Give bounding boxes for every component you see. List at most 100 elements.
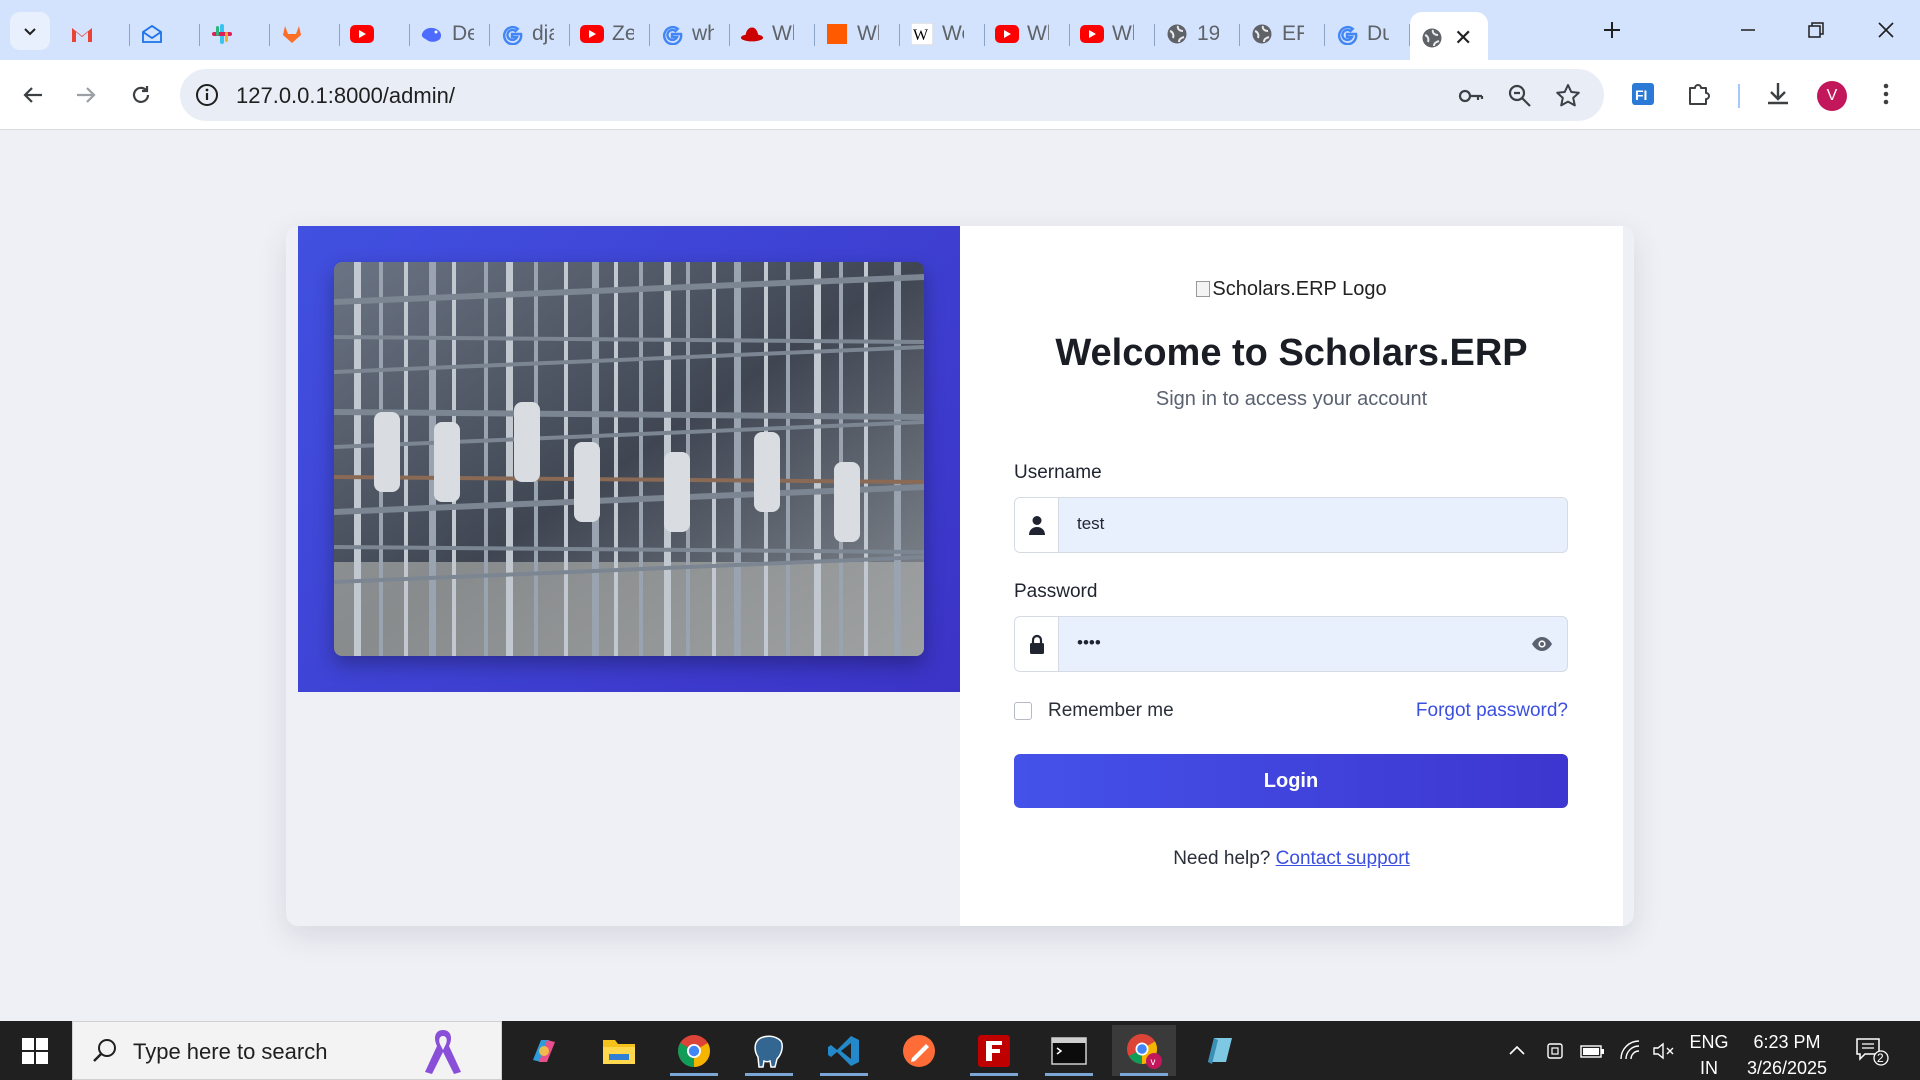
remember-checkbox[interactable]	[1014, 702, 1032, 720]
browser-tab[interactable]: Du	[1325, 12, 1410, 56]
address-bar[interactable]: 127.0.0.1:8000/admin/	[180, 69, 1604, 121]
taskbar-copilot[interactable]	[512, 1025, 576, 1076]
rebar-vertical	[786, 262, 790, 656]
start-button[interactable]	[0, 1021, 70, 1080]
volume-muted-icon[interactable]	[1652, 1021, 1676, 1080]
language-indicator[interactable]: ENG IN	[1686, 1029, 1732, 1080]
menu-kebab-icon[interactable]	[1866, 74, 1906, 114]
browser-tab[interactable]	[60, 12, 130, 56]
rebar-vertical	[354, 262, 361, 656]
browser-tab[interactable]: ER	[1240, 12, 1325, 56]
browser-tab[interactable]	[200, 12, 270, 56]
page-title: Welcome to Scholars.ERP	[1055, 332, 1528, 374]
remember-label[interactable]: Remember me	[1048, 700, 1174, 722]
forward-button[interactable]	[65, 74, 107, 116]
globe-icon	[1250, 22, 1274, 46]
site-info-icon[interactable]	[194, 82, 220, 108]
restore-button[interactable]	[1792, 10, 1840, 50]
contact-support-link[interactable]: Contact support	[1276, 848, 1410, 869]
tray-overflow-icon[interactable]	[1506, 1021, 1528, 1080]
search-placeholder[interactable]: Type here to search	[133, 1039, 327, 1065]
hero-panel	[298, 226, 960, 692]
windows-taskbar: Type here to search v ENG IN 6:23 PM 3/2…	[0, 1021, 1920, 1080]
username-field[interactable]: test	[1014, 497, 1568, 553]
browser-tab[interactable]: W We	[900, 12, 985, 56]
chrome-icon	[678, 1034, 710, 1067]
new-tab-button[interactable]	[1596, 14, 1628, 46]
browser-tab[interactable]	[340, 12, 410, 56]
meet-now-icon[interactable]	[1545, 1021, 1567, 1080]
youtube-icon	[350, 22, 374, 46]
taskbar-terminal[interactable]	[1037, 1025, 1101, 1076]
zoom-icon[interactable]	[1505, 81, 1535, 111]
browser-tab[interactable]: De	[410, 12, 490, 56]
wifi-icon[interactable]	[1618, 1021, 1642, 1080]
extension-fi-icon[interactable]: FI	[1623, 74, 1663, 114]
taskbar-search[interactable]: Type here to search	[72, 1021, 502, 1080]
page-content: Scholars.ERP Logo Welcome to Scholars.ER…	[0, 131, 1920, 1021]
logo-image: Scholars.ERP Logo	[960, 278, 1623, 301]
forgot-password-link[interactable]: Forgot password?	[1416, 700, 1568, 722]
clock-date: 3/26/2025	[1746, 1058, 1828, 1078]
browser-tab[interactable]	[270, 12, 340, 56]
profile-avatar[interactable]: V	[1817, 81, 1847, 111]
minimize-button[interactable]	[1724, 10, 1772, 50]
browser-tab[interactable]: Wl	[730, 12, 815, 56]
login-button[interactable]: Login	[1014, 754, 1568, 808]
help-text: Need help?	[1173, 848, 1271, 869]
password-field[interactable]: ••••	[1014, 616, 1568, 672]
mail-icon	[140, 22, 164, 46]
restore-icon	[1808, 22, 1824, 38]
active-browser-tab[interactable]: ✕	[1410, 12, 1488, 64]
password-value[interactable]: ••••	[1077, 633, 1101, 653]
browser-tab[interactable]	[130, 12, 200, 56]
search-icon	[93, 1039, 116, 1062]
remember-me: Remember me	[1014, 700, 1174, 722]
browser-tab[interactable]: 19	[1155, 12, 1240, 56]
taskbar-pgadmin[interactable]	[737, 1025, 801, 1076]
browser-tab[interactable]: wh	[650, 12, 730, 56]
browser-tab[interactable]: Wl	[1070, 12, 1155, 56]
battery-icon[interactable]	[1580, 1021, 1606, 1080]
browser-tab[interactable]: Wl	[985, 12, 1070, 56]
taskbar-app-notebook[interactable]	[1187, 1025, 1251, 1076]
spacer-block	[434, 422, 460, 502]
postman-icon	[903, 1034, 935, 1067]
elephant-icon	[754, 1035, 783, 1068]
username-value[interactable]: test	[1077, 514, 1104, 534]
taskbar-file-explorer[interactable]	[587, 1025, 651, 1076]
tab-search-button[interactable]	[10, 12, 50, 50]
taskbar-postman[interactable]	[887, 1025, 951, 1076]
url-text[interactable]: 127.0.0.1:8000/admin/	[236, 83, 455, 109]
gitlab-icon	[280, 22, 304, 46]
reload-button[interactable]	[120, 74, 162, 116]
browser-tab[interactable]: dja	[490, 12, 570, 56]
rebar-vertical	[894, 262, 901, 656]
clock[interactable]: 6:23 PM 3/26/2025	[1732, 1029, 1842, 1080]
downloads-icon[interactable]	[1758, 74, 1798, 114]
close-window-button[interactable]	[1862, 10, 1910, 50]
taskbar-filezilla[interactable]	[962, 1025, 1026, 1076]
taskbar-chrome[interactable]	[662, 1025, 726, 1076]
rebar-vertical	[484, 262, 488, 656]
password-key-icon[interactable]	[1456, 81, 1486, 111]
eye-icon[interactable]	[1529, 631, 1555, 657]
taskbar-chrome-profile[interactable]: v	[1112, 1025, 1176, 1076]
language-code: ENG	[1689, 1032, 1729, 1052]
ribbon-icon	[425, 1030, 461, 1074]
help-line: Need help? Contact support	[960, 848, 1623, 870]
tab-title: Wl	[772, 22, 794, 45]
browser-tab[interactable]: Wl	[815, 12, 900, 56]
extensions-puzzle-icon[interactable]	[1679, 74, 1719, 114]
tab-close-icon[interactable]: ✕	[1454, 25, 1472, 51]
clock-time: 6:23 PM	[1753, 1032, 1821, 1052]
google-icon	[500, 22, 524, 46]
browser-tab[interactable]: Ze	[570, 12, 650, 56]
arrow-left-icon	[23, 87, 42, 103]
rebar-vertical	[614, 262, 618, 656]
bookmark-star-icon[interactable]	[1553, 81, 1583, 111]
notification-center-button[interactable]: 2	[1855, 1021, 1889, 1080]
back-button[interactable]	[12, 74, 54, 116]
construction-image	[334, 262, 924, 656]
taskbar-vscode[interactable]	[812, 1025, 876, 1076]
